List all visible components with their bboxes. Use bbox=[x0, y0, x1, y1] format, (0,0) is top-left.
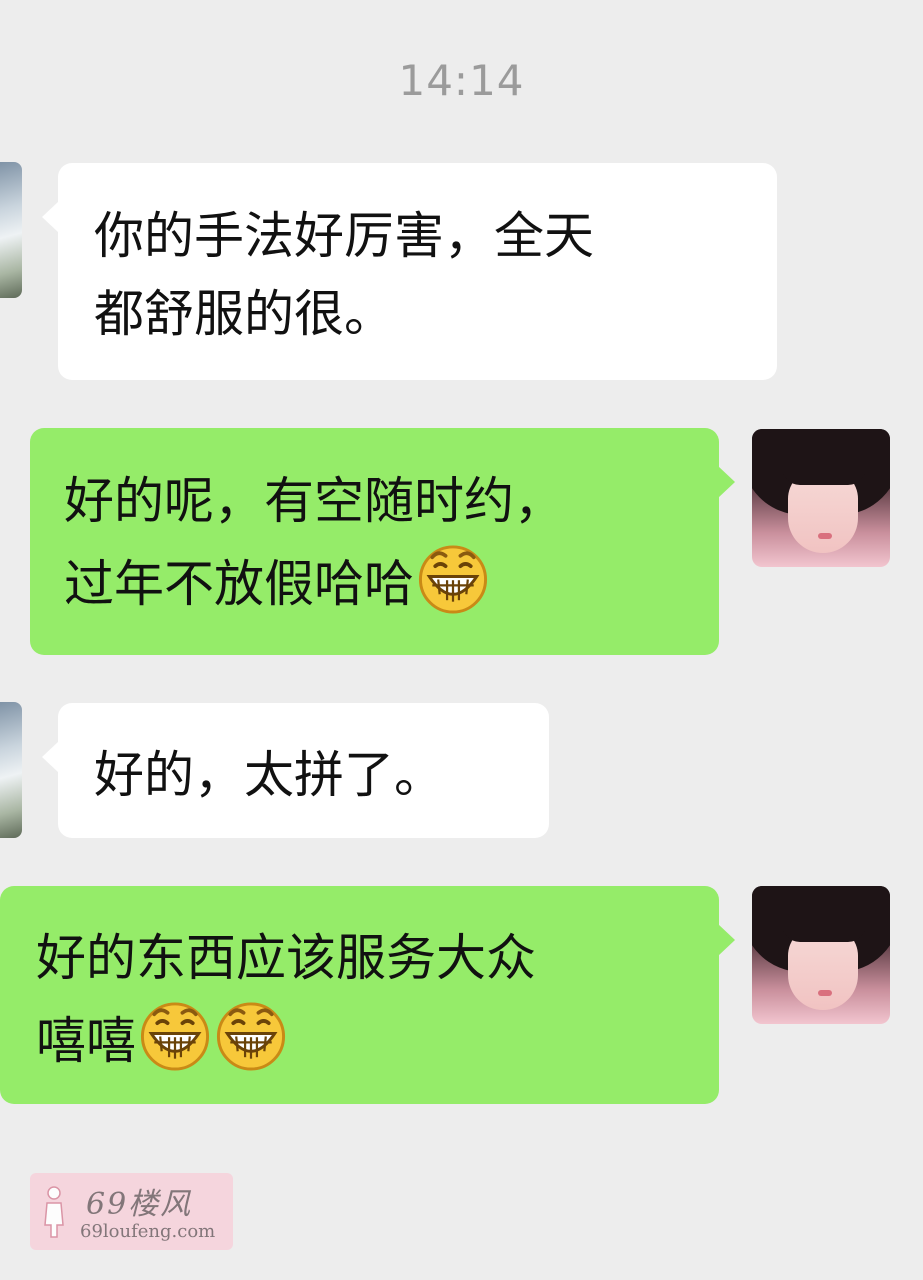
my-avatar[interactable] bbox=[752, 886, 890, 1024]
contact-avatar[interactable] bbox=[0, 162, 22, 298]
message-text: 好的，太拼了。 bbox=[94, 746, 444, 804]
message-bubble-outgoing[interactable]: 好的呢，有空随时约， 过年不放假哈哈 bbox=[30, 428, 735, 655]
message-bubble-incoming[interactable]: 好的，太拼了。 bbox=[42, 703, 549, 838]
message-bubble-incoming[interactable]: 你的手法好厉害，全天 都舒服的很。 bbox=[42, 163, 777, 380]
watermark-domain: 69loufeng.com bbox=[80, 1221, 216, 1242]
grinning-face-icon bbox=[138, 998, 212, 1072]
chat-timestamp: 14:14 bbox=[398, 56, 525, 105]
figure-icon bbox=[44, 1186, 64, 1238]
grinning-face-icon bbox=[214, 998, 288, 1072]
my-avatar[interactable] bbox=[752, 429, 890, 567]
message-text: 你的手法好厉害，全天 都舒服的很。 bbox=[94, 207, 594, 343]
message-bubble-outgoing[interactable]: 好的东西应该服务大众 嘻嘻 bbox=[0, 886, 735, 1104]
contact-avatar[interactable] bbox=[0, 702, 22, 838]
watermark-logo: 69楼风 69loufeng.com bbox=[30, 1173, 233, 1250]
grinning-face-icon bbox=[416, 541, 490, 615]
watermark-brand: 69楼风 bbox=[86, 1187, 193, 1222]
